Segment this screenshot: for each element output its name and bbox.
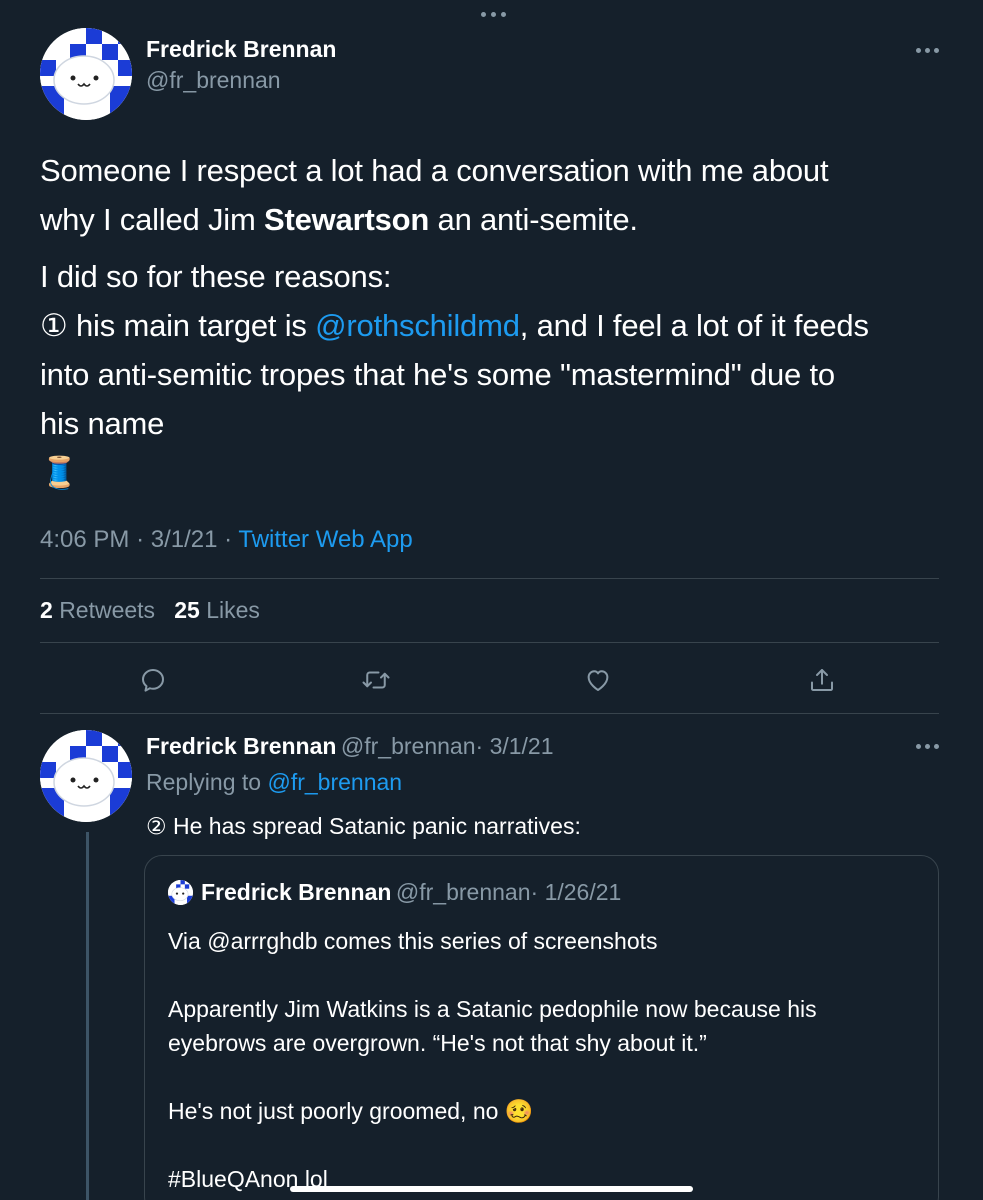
likes-stat[interactable]: 25 Likes <box>174 597 260 623</box>
replying-to-label: Replying to <box>146 769 262 795</box>
avatar-image <box>40 28 132 120</box>
retweets-stat[interactable]: 2 Retweets <box>40 597 155 623</box>
reply-header: Fredrick Brennan @fr_brennan· 3/1/21 <box>146 733 554 760</box>
meta-separator: · <box>224 526 233 553</box>
share-button[interactable] <box>804 662 840 698</box>
meta-separator: · <box>136 526 145 553</box>
retweet-icon <box>362 671 390 689</box>
tweet-date[interactable]: 3/1/21 <box>151 526 218 553</box>
quoted-line: Via @arrrghdb comes this series of scree… <box>168 928 658 954</box>
quoted-line: He's not just poorly groomed, no 🥴 <box>168 1098 534 1124</box>
share-icon <box>811 669 833 691</box>
divider <box>40 578 939 579</box>
tweet-line: his name <box>40 406 165 441</box>
likes-count: 25 <box>174 597 200 623</box>
avatar[interactable] <box>40 28 132 120</box>
divider <box>40 713 939 714</box>
quoted-text: Via @arrrghdb comes this series of scree… <box>168 924 918 1196</box>
quoted-author-handle: @fr_brennan <box>395 879 531 905</box>
quoted-date: · 1/26/21 <box>530 879 622 905</box>
reply-date[interactable]: · 3/1/21 <box>476 733 554 759</box>
mention-link[interactable]: @rothschildmd <box>315 308 520 343</box>
author-handle[interactable]: @fr_brennan <box>146 67 281 94</box>
tweet-source-link[interactable]: Twitter Web App <box>238 526 412 553</box>
thread-line <box>86 832 89 1200</box>
divider <box>40 642 939 643</box>
retweets-label: Retweets <box>59 597 156 623</box>
tweet-line: why I called Jim <box>40 202 264 237</box>
quoted-avatar <box>168 880 193 905</box>
reply-author-name[interactable]: Fredrick Brennan <box>146 733 336 759</box>
more-options-handle[interactable] <box>473 8 513 20</box>
tweet-line: an anti-semite. <box>429 202 639 237</box>
reply-button[interactable] <box>135 662 171 698</box>
tweet-line: , and I feel a lot of it feeds <box>519 308 869 343</box>
avatar[interactable] <box>40 730 132 822</box>
tweet-bold-word: Stewartson <box>264 202 430 237</box>
tweet-line: Someone I respect a lot had a conversati… <box>40 153 829 188</box>
quoted-line: Apparently Jim Watkins is a Satanic pedo… <box>168 996 817 1022</box>
replying-to-handle[interactable]: @fr_brennan <box>267 769 402 795</box>
quoted-header: Fredrick Brennan @fr_brennan· 1/26/21 <box>201 879 621 906</box>
tweet-stats: 2 Retweets 25 Likes <box>40 597 260 624</box>
tweet-time[interactable]: 4:06 PM <box>40 526 129 553</box>
author-name[interactable]: Fredrick Brennan <box>146 36 336 63</box>
tweet-line: ① his main target is <box>40 308 316 343</box>
retweets-count: 2 <box>40 597 53 623</box>
thread-emoji: 🧵 <box>40 455 79 490</box>
tweet-line: into anti-semitic tropes that he's some … <box>40 357 835 392</box>
reply-icon <box>142 669 164 692</box>
quoted-line: eyebrows are overgrown. “He's not that s… <box>168 1030 707 1056</box>
heart-icon <box>587 670 609 691</box>
more-icon[interactable] <box>916 48 939 53</box>
quoted-author-name: Fredrick Brennan <box>201 879 392 905</box>
tweet-text: Someone I respect a lot had a conversati… <box>40 146 945 497</box>
reply-author-handle[interactable]: @fr_brennan <box>341 733 476 759</box>
more-icon[interactable] <box>916 744 939 749</box>
retweet-button[interactable] <box>358 662 394 698</box>
home-indicator[interactable] <box>290 1186 693 1192</box>
avatar-image <box>40 730 132 822</box>
reply-text: ② He has spread Satanic panic narratives… <box>146 813 581 839</box>
replying-to: Replying to @fr_brennan <box>146 769 402 796</box>
tweet-line: I did so for these reasons: <box>40 259 392 294</box>
avatar-image <box>168 880 193 905</box>
likes-label: Likes <box>206 597 260 623</box>
tweet-meta: 4:06 PM · 3/1/21 · Twitter Web App <box>40 526 413 554</box>
like-button[interactable] <box>580 662 616 698</box>
